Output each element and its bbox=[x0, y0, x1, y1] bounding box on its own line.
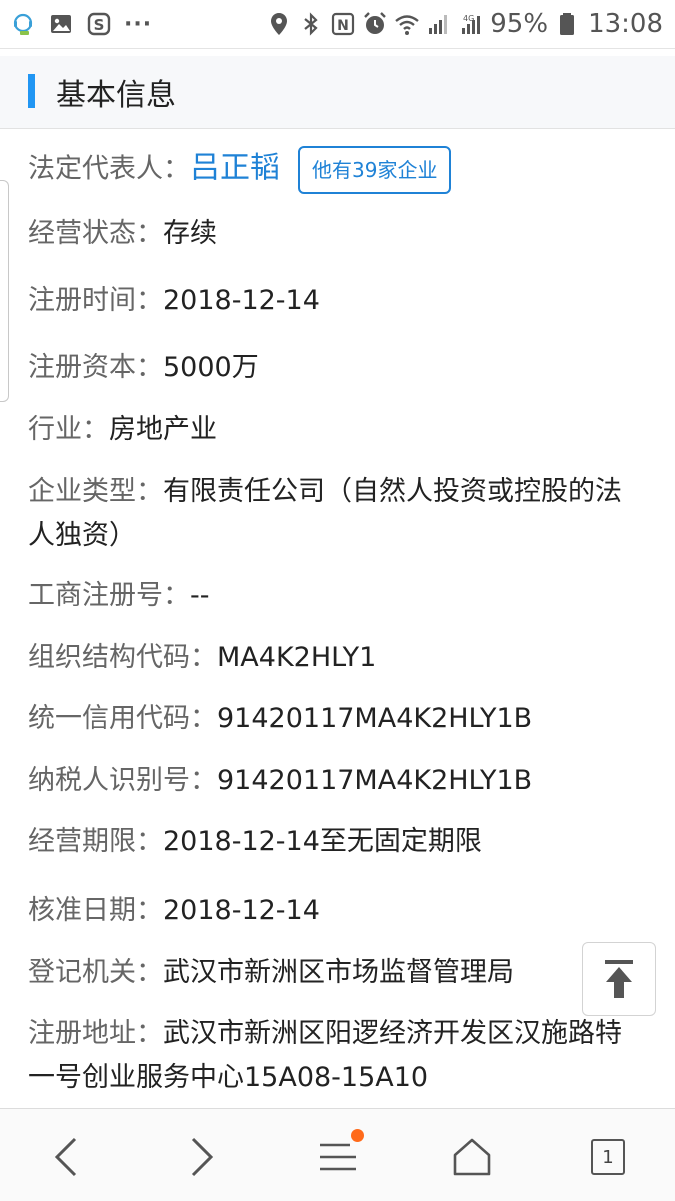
field-label: 企业类型： bbox=[28, 476, 163, 507]
field-row: 企业类型：有限责任公司（自然人投资或控股的法人独资） bbox=[28, 470, 638, 558]
field-value: 存续 bbox=[163, 218, 217, 249]
home-icon bbox=[453, 1138, 491, 1176]
field-row: 统一信用代码：91420117MA4K2HLY1B bbox=[28, 697, 532, 741]
field-label: 注册资本： bbox=[28, 352, 163, 383]
home-button[interactable] bbox=[444, 1129, 500, 1185]
field-value: 2018-12-14 bbox=[163, 895, 320, 926]
menu-button[interactable] bbox=[310, 1129, 366, 1185]
alarm-icon bbox=[362, 11, 388, 37]
field-label: 注册地址： bbox=[28, 1018, 163, 1049]
bluetooth-icon bbox=[298, 11, 324, 37]
back-button[interactable] bbox=[38, 1129, 94, 1185]
field-label: 行业： bbox=[28, 414, 109, 445]
wifi-icon bbox=[394, 11, 420, 37]
field-value: MA4K2HLY1 bbox=[217, 642, 377, 673]
battery-percent: 95% bbox=[490, 9, 549, 39]
field-label: 注册时间： bbox=[28, 285, 163, 316]
field-row: 行业：房地产业 bbox=[28, 408, 217, 452]
back-to-top-button[interactable] bbox=[582, 942, 656, 1016]
field-row: 工商注册号：-- bbox=[28, 574, 210, 618]
forward-button[interactable] bbox=[174, 1129, 230, 1185]
field-label: 法定代表人： bbox=[28, 153, 190, 185]
nfc-icon: N bbox=[330, 11, 356, 37]
location-icon bbox=[266, 11, 292, 37]
notification-dot bbox=[351, 1129, 364, 1142]
arrow-up-to-top-icon bbox=[605, 960, 633, 998]
clock: 13:08 bbox=[588, 9, 663, 39]
field-row: 登记机关：武汉市新洲区市场监督管理局 bbox=[28, 951, 514, 995]
chevron-right-icon bbox=[191, 1137, 214, 1177]
legal-rep-row: 法定代表人：吕正韬 他有39家企业 bbox=[28, 146, 452, 194]
chevron-left-icon bbox=[54, 1137, 77, 1177]
side-drawer-handle[interactable] bbox=[0, 180, 9, 402]
field-label: 经营期限： bbox=[28, 826, 163, 857]
signal-icon bbox=[426, 11, 452, 37]
field-row: 注册时间：2018-12-14 bbox=[28, 279, 320, 323]
bottom-nav: 1 bbox=[0, 1108, 675, 1201]
battery-icon bbox=[554, 11, 580, 37]
field-row: 经营状态：存续 bbox=[28, 212, 217, 256]
assistant-icon bbox=[10, 11, 36, 37]
tabs-button[interactable]: 1 bbox=[580, 1129, 636, 1185]
field-value: -- bbox=[190, 580, 210, 611]
section-accent-bar bbox=[28, 74, 35, 108]
field-row: 纳税人识别号：91420117MA4K2HLY1B bbox=[28, 759, 532, 803]
field-label: 组织结构代码： bbox=[28, 642, 217, 673]
status-bar: S ··· N 4G 95% 13:08 bbox=[0, 0, 675, 49]
field-row: 经营期限：2018-12-14至无固定期限 bbox=[28, 820, 482, 864]
field-value: 91420117MA4K2HLY1B bbox=[217, 765, 533, 796]
tabs-count: 1 bbox=[591, 1139, 625, 1175]
network-4g-icon: 4G bbox=[458, 11, 484, 37]
legal-rep-link[interactable]: 吕正韬 bbox=[190, 151, 280, 186]
section-title: 基本信息 bbox=[56, 78, 176, 113]
field-label: 工商注册号： bbox=[28, 580, 190, 611]
field-value: 2018-12-14至无固定期限 bbox=[163, 826, 482, 857]
s-app-icon: S bbox=[86, 11, 112, 37]
field-row: 注册地址：武汉市新洲区阳逻经济开发区汉施路特一号创业服务中心15A08-15A1… bbox=[28, 1012, 638, 1100]
field-value: 5000万 bbox=[163, 352, 259, 383]
related-companies-button[interactable]: 他有39家企业 bbox=[298, 146, 452, 194]
field-label: 登记机关： bbox=[28, 957, 163, 988]
field-row: 组织结构代码：MA4K2HLY1 bbox=[28, 636, 376, 680]
section-header: 基本信息 bbox=[0, 56, 675, 129]
field-label: 核准日期： bbox=[28, 895, 163, 926]
field-value: 91420117MA4K2HLY1B bbox=[217, 703, 533, 734]
field-value: 2018-12-14 bbox=[163, 285, 320, 316]
more-dots-icon: ··· bbox=[124, 11, 153, 37]
field-value: 房地产业 bbox=[109, 414, 217, 445]
field-row: 核准日期：2018-12-14 bbox=[28, 889, 320, 933]
menu-icon bbox=[320, 1143, 356, 1171]
field-label: 统一信用代码： bbox=[28, 703, 217, 734]
gallery-icon bbox=[48, 11, 74, 37]
svg-text:N: N bbox=[337, 18, 349, 34]
field-label: 纳税人识别号： bbox=[28, 765, 217, 796]
field-value: 武汉市新洲区市场监督管理局 bbox=[163, 957, 514, 988]
field-label: 经营状态： bbox=[28, 218, 163, 249]
field-row: 注册资本：5000万 bbox=[28, 346, 259, 390]
svg-text:S: S bbox=[94, 16, 105, 34]
